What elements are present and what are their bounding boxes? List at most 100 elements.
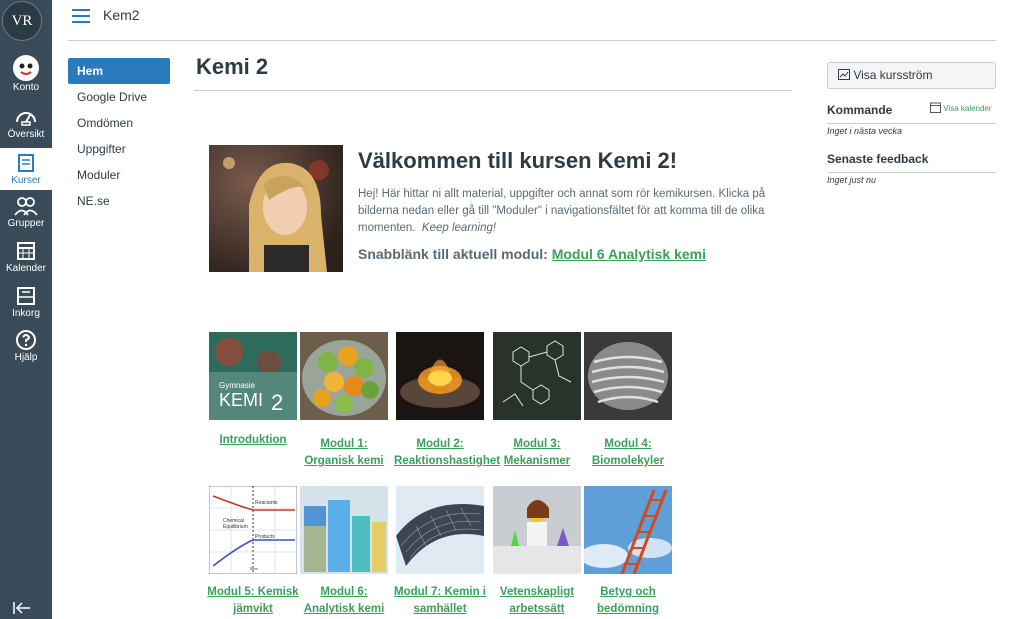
module-intro[interactable]: Gymnasie KEMI 2 Introduktion (207, 332, 299, 449)
course-nav-uppgifter[interactable]: Uppgifter (68, 136, 170, 162)
module-5-title-line1[interactable]: Modul 5: Kemisk (207, 584, 299, 601)
module-2-image[interactable] (396, 332, 484, 420)
module-4-title-line1[interactable]: Modul 4: (582, 436, 674, 453)
module-3-title-line1[interactable]: Modul 3: (491, 436, 583, 453)
eq-reactants-label: Reactants (255, 500, 278, 506)
global-nav-dashboard-label: Översikt (7, 129, 45, 140)
title-divider (194, 90, 792, 91)
module-grading-title-line1[interactable]: Betyg och (582, 584, 674, 601)
module-1-title-line1[interactable]: Modul 1: (298, 436, 390, 453)
logo-text: VR (11, 13, 33, 29)
global-nav-groups[interactable]: Grupper (0, 195, 52, 235)
module-2-title-line1[interactable]: Modul 2: (394, 436, 486, 453)
view-calendar-label[interactable]: Visa kalender (943, 104, 991, 113)
module-3-title-line2[interactable]: Mekanismer (491, 453, 583, 470)
global-nav-courses-label: Kurser (11, 175, 41, 186)
global-nav-help[interactable]: Hjälp (0, 329, 52, 369)
global-nav-account[interactable]: Konto (0, 55, 52, 97)
global-nav-calendar-label: Kalender (5, 263, 47, 274)
help-icon (16, 330, 36, 350)
module-5[interactable]: Reactants Chemical Equilibrium Products … (207, 486, 299, 618)
course-nav-ne-se[interactable]: NE.se (68, 188, 170, 214)
intro-text: Hej! Här hittar ni allt material, uppgif… (358, 186, 768, 237)
module-6-title-line2[interactable]: Analytisk kemi (298, 601, 390, 618)
module-3[interactable]: Modul 3: Mekanismer (491, 332, 583, 470)
global-nav: VR Konto Översikt Kurser Grupper Kalende… (0, 0, 52, 619)
module-6-title-line1[interactable]: Modul 6: (298, 584, 390, 601)
intro-book-title-text: KEMI (219, 390, 263, 410)
global-nav-inbox[interactable]: Inkorg (0, 285, 52, 325)
module-science-method-image[interactable] (493, 486, 581, 574)
module-3-image[interactable] (493, 332, 581, 420)
module-science-method-title-line2[interactable]: arbetssätt (491, 601, 583, 618)
page-title: Kemi 2 (196, 54, 269, 79)
eq-products-label: Products (255, 534, 275, 540)
breadcrumb[interactable]: Kem2 (103, 7, 140, 23)
view-calendar-link[interactable]: Visa kalender (930, 102, 992, 113)
module-grading[interactable]: Betyg och bedömning (582, 486, 674, 618)
view-course-stream-label: Visa kursström (853, 68, 933, 82)
view-course-stream-button[interactable]: Visa kursström (827, 62, 996, 89)
intro-book-small-text: Gymnasie (219, 381, 256, 390)
module-5-title-line2[interactable]: jämvikt (207, 601, 299, 618)
module-1-title-line2[interactable]: Organisk kemi (298, 453, 390, 470)
feedback-divider (827, 172, 996, 173)
intro-body: Hej! Här hittar ni allt material, uppgif… (358, 188, 766, 234)
upcoming-divider (827, 123, 996, 124)
intro-book-number-text: 2 (271, 390, 283, 415)
module-grading-title-line2[interactable]: bedömning (582, 601, 674, 618)
teacher-photo (209, 145, 343, 272)
module-6[interactable]: Modul 6: Analytisk kemi (298, 486, 390, 618)
groups-icon (14, 197, 38, 216)
course-nav-omdomen[interactable]: Omdömen (68, 110, 170, 136)
module-science-method[interactable]: Vetenskapligt arbetssätt (491, 486, 583, 618)
intro-emphasis: Keep learning! (421, 222, 497, 234)
module-grading-image[interactable] (584, 486, 672, 574)
global-nav-calendar[interactable]: Kalender (0, 240, 52, 280)
header-divider (68, 40, 996, 41)
global-nav-help-label: Hjälp (14, 352, 38, 363)
module-4-title-line2[interactable]: Biomolekyler (582, 453, 674, 470)
module-intro-title[interactable]: Introduktion (207, 432, 299, 449)
eq-time-label: Time (249, 566, 259, 571)
module-4[interactable]: Modul 4: Biomolekyler (582, 332, 674, 470)
module-4-image[interactable] (584, 332, 672, 420)
avatar (13, 55, 39, 81)
global-nav-inbox-label: Inkorg (12, 308, 40, 319)
global-nav-account-label: Konto (12, 82, 40, 93)
module-2[interactable]: Modul 2: Reaktionshastighet (394, 332, 500, 470)
dashboard-icon (16, 112, 36, 126)
global-nav-courses[interactable]: Kurser (0, 148, 52, 190)
quick-link-row: Snabblänk till aktuell modul: Modul 6 An… (358, 246, 706, 262)
calendar-icon (17, 242, 35, 260)
course-nav-moduler[interactable]: Moduler (68, 162, 170, 188)
courses-icon (18, 154, 34, 172)
module-science-method-title-line1[interactable]: Vetenskapligt (491, 584, 583, 601)
institution-logo[interactable]: VR (2, 1, 42, 41)
upcoming-heading: Kommande (827, 103, 893, 117)
module-1[interactable]: Modul 1: Organisk kemi (298, 332, 390, 470)
course-nav-hem[interactable]: Hem (68, 58, 170, 84)
welcome-heading: Välkommen till kursen Kemi 2! (358, 148, 678, 173)
course-menu-toggle[interactable] (72, 9, 90, 23)
collapse-nav-icon[interactable] (12, 601, 32, 615)
upcoming-empty: Inget i nästa vecka (827, 126, 903, 136)
feedback-heading: Senaste feedback (827, 152, 929, 166)
global-nav-dashboard[interactable]: Översikt (0, 106, 52, 146)
module-7[interactable]: Modul 7: Kemin i samhället (394, 486, 486, 618)
module-6-image[interactable] (300, 486, 388, 574)
module-1-image[interactable] (300, 332, 388, 420)
module-5-image[interactable]: Reactants Chemical Equilibrium Products … (209, 486, 297, 574)
module-7-image[interactable] (396, 486, 484, 574)
course-nav-google-drive[interactable]: Google Drive (68, 84, 170, 110)
eq-equilibrium-label: Equilibrium (223, 524, 248, 530)
global-nav-groups-label: Grupper (7, 218, 45, 229)
module-7-title-line2[interactable]: samhället (394, 601, 486, 618)
inbox-icon (17, 287, 35, 305)
quick-link[interactable]: Modul 6 Analytisk kemi (552, 246, 706, 262)
stream-icon (838, 69, 850, 80)
module-intro-image[interactable]: Gymnasie KEMI 2 (209, 332, 297, 420)
module-2-title-line2[interactable]: Reaktionshastighet (394, 453, 500, 470)
course-nav: Hem Google Drive Omdömen Uppgifter Modul… (68, 58, 170, 214)
module-7-title-line1[interactable]: Modul 7: Kemin i (394, 584, 486, 601)
